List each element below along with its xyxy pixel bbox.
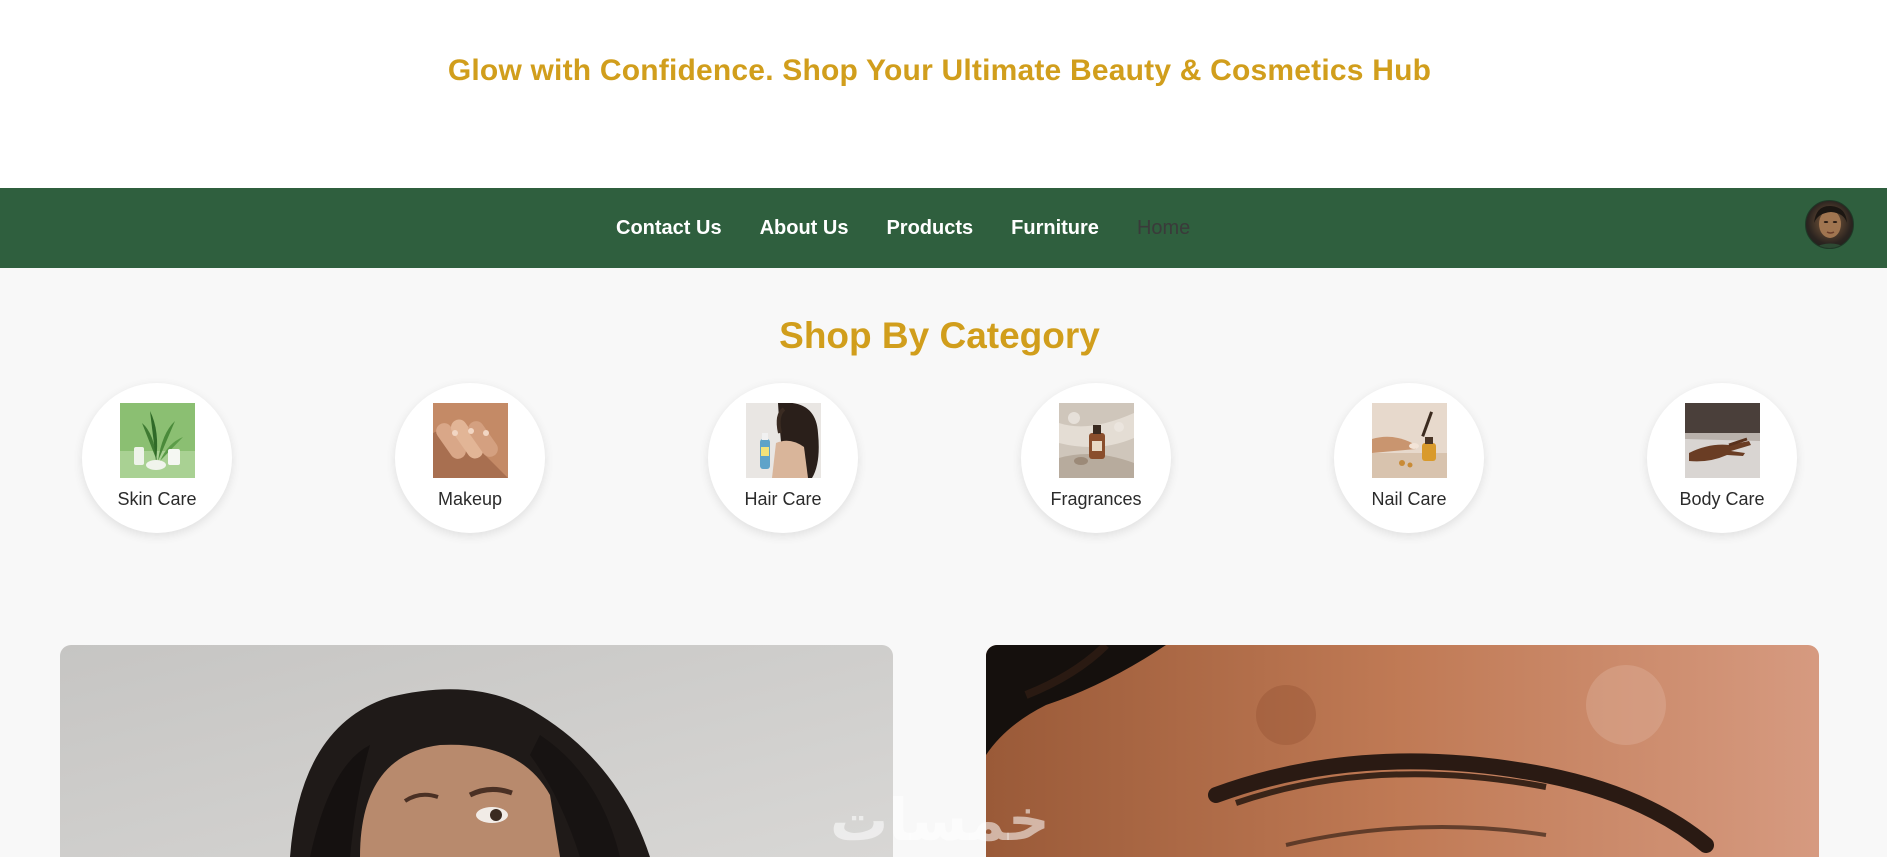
category-label: Nail Care: [1371, 489, 1447, 509]
skin-care-thumbnail: [120, 403, 195, 478]
woman-portrait-image[interactable]: [60, 645, 893, 857]
nav-link-home[interactable]: Home: [1137, 217, 1190, 240]
category-fragrances[interactable]: Fragrances: [1021, 383, 1171, 533]
nav-link-products[interactable]: Products: [886, 217, 973, 240]
body-care-thumbnail: [1685, 403, 1760, 478]
fragrances-thumbnail: [1059, 403, 1134, 478]
category-hair-care[interactable]: Hair Care: [708, 383, 858, 533]
nav-link-about-us[interactable]: About Us: [760, 217, 849, 240]
category-makeup[interactable]: Makeup: [395, 383, 545, 533]
category-skin-care[interactable]: Skin Care: [82, 383, 232, 533]
top-banner: Glow with Confidence. Shop Your Ultimate…: [0, 0, 1887, 188]
category-body-care[interactable]: Body Care: [1647, 383, 1797, 533]
eyebrow-closeup-image[interactable]: [986, 645, 1819, 857]
tagline-heading: Glow with Confidence. Shop Your Ultimate…: [447, 54, 1432, 87]
category-label: Fragrances: [1050, 489, 1142, 509]
category-label: Skin Care: [117, 489, 197, 509]
category-label: Hair Care: [744, 489, 822, 509]
makeup-thumbnail: [433, 403, 508, 478]
hair-care-thumbnail: [746, 403, 821, 478]
user-avatar-icon[interactable]: [1805, 200, 1854, 249]
category-label: Body Care: [1679, 489, 1765, 509]
nail-care-thumbnail: [1372, 403, 1447, 478]
main-navbar: Contact Us About Us Products Furniture H…: [0, 188, 1887, 268]
nav-link-contact-us[interactable]: Contact Us: [616, 217, 722, 240]
nav-link-furniture[interactable]: Furniture: [1011, 217, 1099, 240]
nav-links: Contact Us About Us Products Furniture H…: [616, 188, 1190, 268]
category-nail-care[interactable]: Nail Care: [1334, 383, 1484, 533]
category-label: Makeup: [437, 489, 503, 509]
shop-by-category-heading: Shop By Category: [779, 315, 1100, 356]
